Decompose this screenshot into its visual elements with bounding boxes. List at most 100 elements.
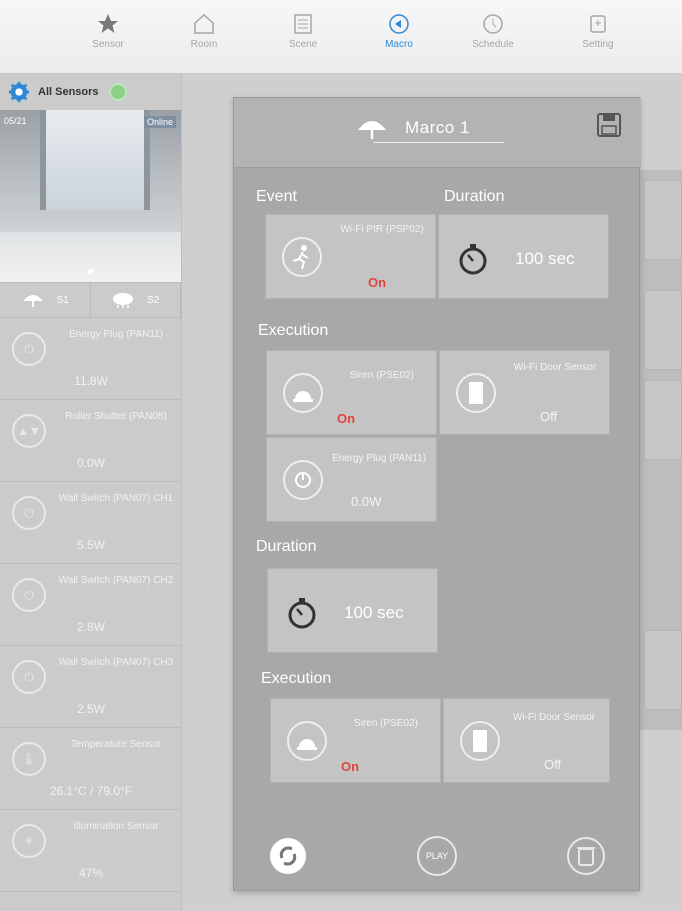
online-status-icon [108,83,127,101]
device-list: ⏻ Energy Plug (PAN11) 11.8W ▲▼ Roller Shutte… [0,318,181,892]
macro-icon [387,12,411,36]
execution-device-state: 0.0W [351,494,382,509]
umbrella-icon [22,295,43,307]
event-tile[interactable]: Wi-Fi PIR (PSP02) On [265,214,436,299]
tab-setting[interactable]: Setting [553,12,643,50]
motion-sensor-icon [282,237,322,277]
sensor-sidebar: All Sensors 05/21 Online S1 S2 ⏻ Energy P… [0,74,182,911]
background-tile [644,180,682,260]
execution-label: Execution [258,322,329,339]
tab-sensor[interactable]: Sensor [63,12,153,50]
tab-label: Scene [288,39,318,50]
device-value: 26.1°C / 79.0°F [49,784,133,798]
duration-label: Duration [256,538,317,555]
execution-device-name: Wi-Fi Door Sensor [512,712,596,723]
door-icon [460,721,500,761]
device-row[interactable]: ⏻ Energy Plug (PAN11) 11.8W [0,318,181,400]
execution-device-name: Siren (PSE02) [350,370,414,381]
clock-icon [481,12,505,36]
page-indicator [88,269,93,274]
duration-value: 100 sec [344,603,404,622]
execution-device-name: Siren (PSE02) [354,718,418,729]
tab-label: Schedule [472,39,514,50]
camera-time: 05/21 [4,116,27,126]
device-value: 0.0W [76,456,105,470]
sync-button[interactable] [268,836,308,876]
house-icon [192,12,216,36]
star-icon [96,12,120,36]
background-tile [644,630,682,710]
thermometer-icon: 🌡 [12,742,46,776]
device-name: Energy Plug (PAN11) [68,329,164,340]
duration-label: Duration [444,188,505,205]
play-label: PLAY [425,851,449,861]
switch-icon: ⏻ [12,578,46,612]
tab-schedule[interactable]: Schedule [448,12,538,50]
setting-icon [586,12,610,36]
device-row[interactable]: ☀ Illumination Sensor 47% [0,810,181,892]
play-button[interactable]: PLAY [417,836,457,876]
save-icon[interactable] [596,112,622,138]
execution-device-state: Off [540,409,558,424]
switch-icon: ⏻ [12,496,46,530]
device-value: 5.5W [76,538,105,552]
switch-s1[interactable]: S1 [0,283,91,317]
event-device-state: On [368,275,387,290]
shutter-icon: ▲▼ [12,414,46,448]
duration-tile[interactable]: 100 sec [438,214,609,299]
siren-icon [287,721,327,761]
execution-device-name: Energy Plug (PAN11) [331,453,427,464]
title-underline [374,142,504,143]
tab-room[interactable]: Room [159,12,249,50]
device-value: 11.8W [74,374,108,388]
device-row[interactable]: ⏻ Wall Switch (PAN07) CH3 2.5W [0,646,181,728]
tab-macro[interactable]: Macro [354,12,444,50]
tab-bar: Sensor Room Scene Macro Schedule Setting [0,0,682,74]
device-row[interactable]: ⏻ Wall Switch (PAN07) CH1 5.5W [0,482,181,564]
bulb-icon: ☀ [12,824,46,858]
device-name: Wall Switch (PAN07) CH2 [58,575,174,586]
device-row[interactable]: ▲▼ Roller Shutter (PAN08) 0.0W [0,400,181,482]
execution-tile[interactable]: Energy Plug (PAN11) 0.0W [266,437,437,522]
execution-tile[interactable]: Wi-Fi Door Sensor Off [439,350,610,435]
execution-device-name: Wi-Fi Door Sensor [513,362,597,373]
tab-label: Setting [582,39,614,50]
duration-value: 100 sec [515,249,575,268]
tab-scene[interactable]: Scene [258,12,348,50]
execution-tile[interactable]: Wi-Fi Door Sensor Off [443,698,610,783]
macro-card: Marco 1 Event Duration Wi-Fi PIR (PSP02)… [233,97,641,891]
device-value: 2.5W [76,702,105,716]
duration-tile[interactable]: 100 sec [267,568,438,653]
execution-label: Execution [261,670,332,687]
execution-tile[interactable]: Siren (PSE02) On [266,350,437,435]
cloud-rain-icon [113,293,134,308]
execution-device-state: Off [544,757,562,772]
plug-icon: ⏻ [12,332,46,366]
gear-icon[interactable] [8,81,30,103]
execution-tile[interactable]: Siren (PSE02) On [270,698,441,783]
plug-icon [283,460,323,500]
device-name: Roller Shutter (PAN08) [65,411,167,422]
device-value: 47% [78,866,104,880]
camera-floor [0,232,181,282]
background-tile [644,290,682,370]
sidebar-title: All Sensors [38,86,99,98]
device-value: 2.8W [76,620,105,634]
tab-label: Macro [385,39,413,50]
switch-s2[interactable]: S2 [91,283,181,317]
device-name: Wall Switch (PAN07) CH3 [58,657,174,668]
event-device-name: Wi-Fi PIR (PSP02) [340,224,424,235]
device-row[interactable]: ⏻ Wall Switch (PAN07) CH2 2.8W [0,564,181,646]
switch-icon: ⏻ [12,660,46,694]
macro-title[interactable]: Marco 1 [234,118,641,138]
scene-switch-row: S1 S2 [0,282,181,318]
device-row[interactable]: 🌡 Temperature Sensor 26.1°C / 79.0°F [0,728,181,810]
execution-device-state: On [341,759,360,774]
device-name: Wall Switch (PAN07) CH1 [58,493,174,504]
door-icon [456,373,496,413]
siren-icon [283,373,323,413]
trash-icon[interactable] [566,836,606,876]
sidebar-header: All Sensors [0,74,181,110]
tab-label: Sensor [92,39,124,50]
camera-preview[interactable]: 05/21 Online [0,110,181,282]
